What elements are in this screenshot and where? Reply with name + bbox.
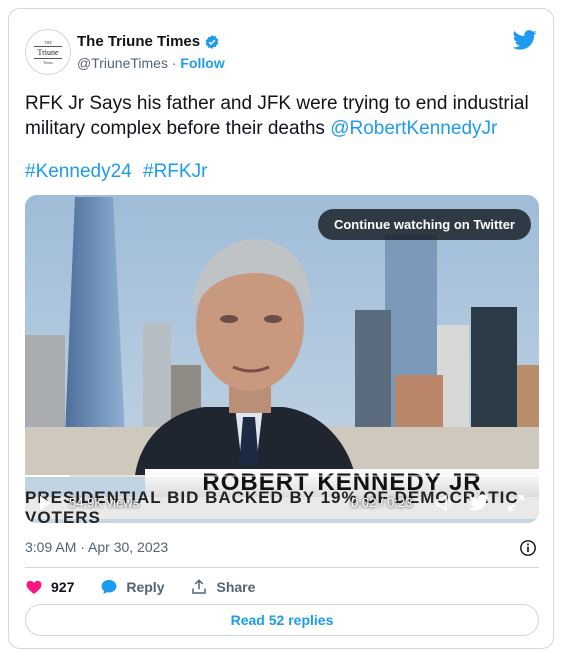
follow-link[interactable]: Follow: [180, 55, 224, 71]
tweet-card[interactable]: THE Triune Times The Triune Times @Triun…: [8, 8, 554, 649]
handle[interactable]: @TriuneTimes: [77, 55, 168, 71]
tweet-text: RFK Jr Says his father and JFK were tryi…: [25, 91, 545, 141]
share-button[interactable]: Share: [190, 578, 255, 596]
twitter-bird-icon[interactable]: [513, 29, 537, 51]
action-bar: 927 Reply Share: [25, 574, 255, 600]
hashtag-link[interactable]: #Kennedy24: [25, 161, 132, 182]
view-count: 54.9K views: [69, 495, 140, 510]
info-icon[interactable]: [519, 539, 537, 557]
like-count: 927: [51, 579, 75, 595]
reply-bubble-icon: [101, 579, 117, 595]
like-button[interactable]: 927: [25, 578, 74, 596]
share-icon: [192, 579, 207, 594]
tweet-timestamp[interactable]: 3:09 AM · Apr 30, 2023: [25, 539, 168, 555]
avatar[interactable]: THE Triune Times: [25, 29, 71, 75]
mention-link[interactable]: @RobertKennedyJr: [330, 118, 497, 139]
read-replies-button[interactable]: Read 52 replies: [25, 604, 539, 636]
avatar-rule: [34, 57, 62, 59]
video-time: 0:02 / 0:23: [351, 495, 413, 510]
video-controls: 54.9K views 0:02 / 0:23: [25, 489, 539, 515]
avatar-logo-small-bottom: Times: [43, 59, 53, 65]
twitter-bird-icon[interactable]: [469, 494, 489, 511]
progress-bar[interactable]: [25, 475, 539, 477]
reply-label: Reply: [126, 579, 165, 595]
continue-watching-button[interactable]: Continue watching on Twitter: [317, 209, 531, 240]
avatar-logo-text: Triune: [37, 47, 59, 57]
hashtag-link[interactable]: #RFKJr: [143, 161, 207, 182]
display-name[interactable]: The Triune Times: [77, 33, 200, 50]
avatar-rule: [34, 45, 62, 47]
progress-fill: [25, 475, 70, 477]
avatar-logo-small: THE: [44, 39, 52, 45]
reply-button[interactable]: Reply: [100, 578, 164, 596]
handle-separator: ·: [167, 55, 181, 71]
heart-icon: [26, 580, 42, 594]
share-label: Share: [216, 579, 256, 595]
divider: [25, 567, 539, 568]
play-icon[interactable]: [37, 495, 53, 511]
hashtag-row: #Kennedy24 #RFKJr: [25, 161, 213, 183]
fullscreen-icon[interactable]: [507, 494, 525, 512]
video-player[interactable]: Continue watching on Twitter ROBERT KENN…: [25, 195, 539, 523]
verified-badge-icon: [205, 34, 219, 49]
volume-icon[interactable]: [435, 494, 455, 512]
